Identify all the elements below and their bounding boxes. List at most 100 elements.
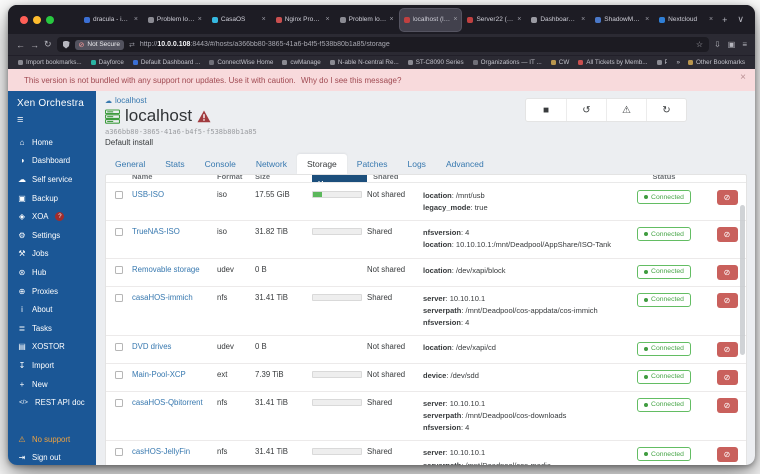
sr-name-link[interactable]: Removable storage	[132, 265, 217, 274]
page-scrollbar-thumb[interactable]	[740, 205, 745, 355]
column-header-name[interactable]: Name	[132, 175, 217, 182]
tab-close-icon[interactable]: ×	[326, 16, 330, 23]
menu-icon[interactable]: ≡	[742, 40, 747, 49]
sidebar-item-self-service[interactable]: ☁ Self service	[8, 170, 96, 189]
disconnect-button[interactable]: ⊘	[716, 227, 738, 243]
tab-console[interactable]: Console	[195, 154, 246, 174]
host-description[interactable]: Default install	[105, 138, 257, 147]
close-window-button[interactable]	[20, 15, 28, 24]
browser-tab[interactable]: Nginx Proxy Ma×	[272, 9, 334, 31]
permissions-icon[interactable]: ⇄	[129, 41, 135, 49]
column-header-format[interactable]: Format	[217, 175, 255, 182]
bookmark-item[interactable]: CW	[550, 59, 569, 66]
row-checkbox[interactable]	[115, 342, 123, 351]
banner-close-icon[interactable]: ×	[740, 72, 746, 83]
reboot-button[interactable]: ↻	[646, 99, 686, 121]
sidebar-item-backup[interactable]: ▣ Backup	[8, 189, 96, 208]
connected-badge[interactable]: Connected	[637, 292, 691, 307]
browser-tab[interactable]: localhost (local×	[399, 8, 462, 31]
sr-name-link[interactable]: DVD drives	[132, 342, 217, 351]
sr-name-link[interactable]: casaHOS-Qbitorrent	[132, 398, 217, 407]
tab-network[interactable]: Network	[246, 154, 297, 174]
connected-badge[interactable]: Connected	[637, 190, 691, 204]
bookmark-item[interactable]: Import bookmarks...	[18, 59, 82, 66]
tab-close-icon[interactable]: ×	[517, 16, 521, 23]
tab-general[interactable]: General	[105, 154, 155, 174]
connected-badge[interactable]: Connected	[637, 369, 691, 384]
row-checkbox[interactable]	[115, 191, 123, 199]
bookmark-item[interactable]: All Tickets by Memb...	[578, 59, 648, 66]
disconnect-button[interactable]: ⊘	[716, 264, 738, 280]
browser-tab[interactable]: CasaOS ×	[208, 9, 270, 31]
sidebar-item-rest-api-doc[interactable]: </> REST API doc	[8, 393, 96, 412]
disconnect-button[interactable]: ⊘	[716, 190, 738, 205]
tab-close-icon[interactable]: ×	[389, 16, 393, 23]
browser-tab[interactable]: Server22 (local×	[463, 9, 525, 31]
url-bar[interactable]: ⊘ Not Secure ⇄ http://10.0.0.108:8443/#/…	[56, 37, 710, 52]
not-secure-chip[interactable]: ⊘ Not Secure	[74, 39, 124, 50]
sidebar-toggle-icon[interactable]: ≡	[8, 114, 96, 133]
connected-badge[interactable]: Connected	[637, 397, 691, 412]
row-checkbox[interactable]	[115, 265, 123, 274]
sr-name-link[interactable]: casaHOS-immich	[132, 293, 217, 302]
sr-name-link[interactable]: Main-Pool-XCP	[132, 370, 217, 379]
connected-badge[interactable]: Connected	[637, 264, 691, 279]
other-bookmarks-folder[interactable]: Other Bookmarks	[688, 59, 745, 66]
tracking-protection-shield-icon[interactable]	[62, 40, 70, 49]
bookmarks-overflow-chevron[interactable]: »	[676, 59, 680, 66]
bookmark-item[interactable]: ConnectWise Home	[209, 59, 273, 66]
sidebar-item-jobs[interactable]: ⚒ Jobs	[8, 245, 96, 264]
breadcrumb[interactable]: ☁ localhost	[105, 96, 257, 105]
tab-close-icon[interactable]: ×	[198, 16, 202, 23]
host-warning-icon[interactable]	[197, 110, 211, 123]
browser-tab[interactable]: Problem loading×	[144, 9, 206, 31]
disconnect-button[interactable]: ⊘	[716, 369, 738, 385]
sidebar-item-proxies[interactable]: ⊕ Proxies	[8, 282, 96, 301]
sidebar-item-xoa[interactable]: ◈ XOA?	[8, 207, 96, 226]
browser-tab[interactable]: Problem loading×	[336, 9, 398, 31]
browser-tab[interactable]: Dashboard - loc×	[527, 9, 589, 31]
sidebar-item-settings[interactable]: ⚙ Settings	[8, 226, 96, 245]
connected-badge[interactable]: Connected	[637, 341, 691, 356]
minimize-window-button[interactable]	[33, 15, 41, 24]
sidebar-item-sign-out[interactable]: ⇥ Sign out	[8, 449, 96, 465]
bookmark-item[interactable]: ST-C8090 Series	[407, 59, 464, 66]
sr-name-link[interactable]: casHOS-JellyFin	[132, 447, 217, 456]
reload-button[interactable]: ↻	[44, 39, 52, 50]
column-header-usage-sorted[interactable]: Usage	[312, 175, 367, 182]
tab-patches[interactable]: Patches	[347, 154, 398, 174]
bookmark-item[interactable]: Personal Portal	[656, 59, 667, 66]
host-title[interactable]: localhost	[125, 106, 192, 126]
restart-button[interactable]: ↺	[566, 99, 606, 121]
zoom-window-button[interactable]	[46, 15, 54, 24]
column-header-size[interactable]: Size	[255, 175, 312, 182]
bookmark-item[interactable]: Organizations — IT ...	[472, 59, 542, 66]
banner-why-link[interactable]: Why do I see this message?	[301, 76, 402, 85]
disconnect-button[interactable]: ⊘	[716, 341, 738, 357]
row-checkbox[interactable]	[115, 293, 123, 302]
connected-badge[interactable]: Connected	[637, 447, 691, 462]
bookmark-item[interactable]: Default Dashboard ...	[132, 59, 200, 66]
disconnect-button[interactable]: ⊘	[716, 397, 738, 413]
sr-name-link[interactable]: USB-ISO	[132, 190, 217, 199]
tab-stats[interactable]: Stats	[155, 154, 194, 174]
bookmark-item[interactable]: N-able N-central Re...	[329, 59, 399, 66]
tab-storage[interactable]: Storage	[297, 154, 347, 174]
sidebar-item-no-support[interactable]: ⚠ No support	[8, 430, 96, 449]
sidebar-item-xostor[interactable]: ▤ XOSTOR	[8, 338, 96, 357]
downloads-icon[interactable]: ⇩	[714, 40, 721, 49]
stop-button[interactable]: ■	[526, 99, 566, 121]
row-checkbox[interactable]	[115, 448, 123, 457]
forward-button[interactable]: →	[30, 40, 39, 50]
tab-close-icon[interactable]: ×	[581, 16, 585, 23]
back-button[interactable]: ←	[16, 40, 25, 50]
row-checkbox[interactable]	[115, 370, 123, 379]
tab-advanced[interactable]: Advanced	[436, 154, 494, 174]
bookmark-item[interactable]: cwManage	[282, 59, 321, 66]
sidebar-item-dashboard[interactable]: ◑ Dashboard	[8, 152, 96, 171]
disconnect-button[interactable]: ⊘	[716, 292, 738, 308]
extensions-icon[interactable]: ▣	[728, 40, 736, 49]
disconnect-button[interactable]: ⊘	[716, 447, 738, 463]
tab-logs[interactable]: Logs	[398, 154, 436, 174]
tab-close-icon[interactable]: ×	[134, 16, 138, 23]
